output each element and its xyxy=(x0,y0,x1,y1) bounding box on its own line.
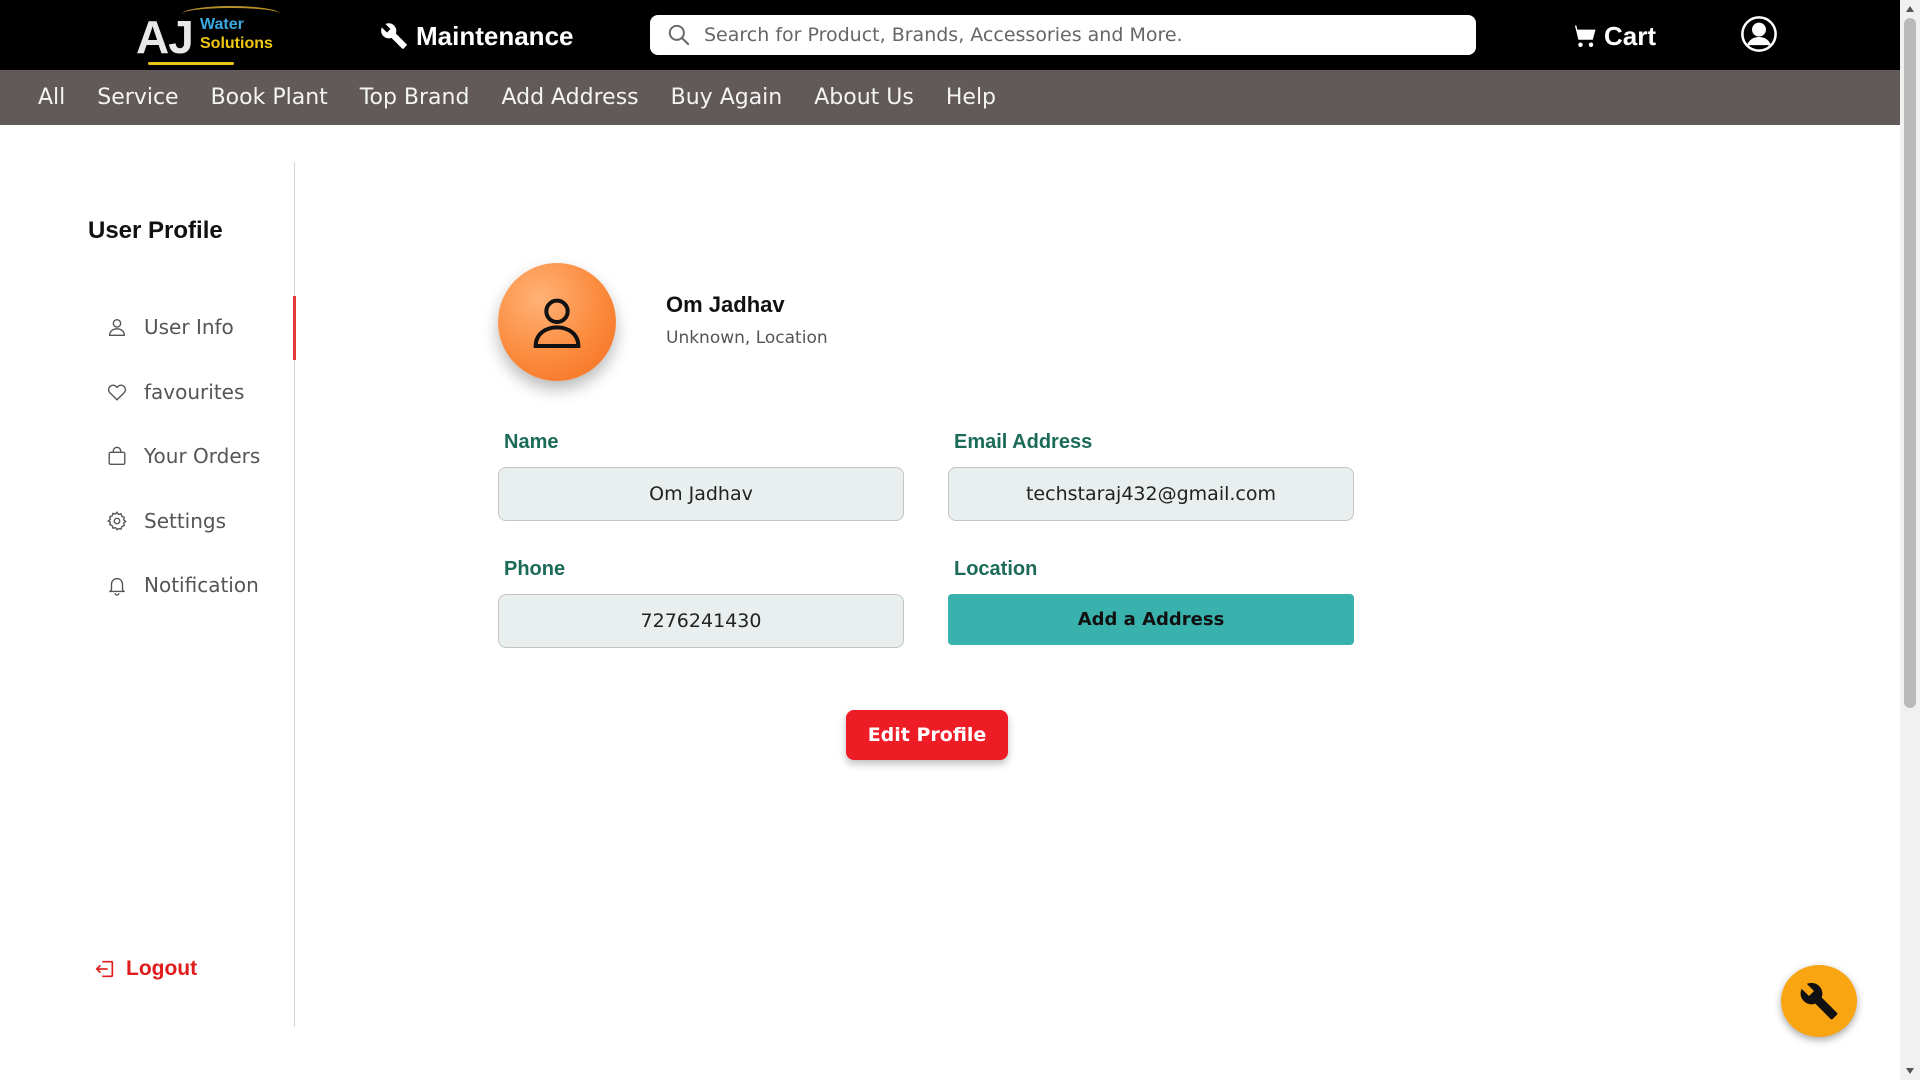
cart-button[interactable]: Cart xyxy=(1570,18,1656,54)
top-header: AJ Water Solutions Maintenance Cart xyxy=(0,0,1900,70)
search-icon xyxy=(668,24,690,46)
wrench-icon xyxy=(1800,982,1838,1020)
add-address-button[interactable]: Add a Address xyxy=(948,594,1354,645)
sidebar-active-indicator xyxy=(293,296,296,360)
wrench-icon xyxy=(381,23,407,49)
phone-label: Phone xyxy=(504,558,566,580)
logout-icon xyxy=(95,960,114,978)
scroll-up-arrow[interactable] xyxy=(1906,6,1914,12)
profile-location: Unknown, Location xyxy=(666,328,828,348)
page-scrollbar[interactable] xyxy=(1900,0,1920,1080)
logo-line1-text: Water xyxy=(200,16,244,33)
edit-profile-button[interactable]: Edit Profile xyxy=(846,710,1008,760)
nav-item-help[interactable]: Help xyxy=(946,85,996,110)
logo-underline xyxy=(148,62,234,65)
cart-label: Cart xyxy=(1604,20,1657,51)
maintenance-fab[interactable] xyxy=(1781,965,1857,1037)
profile-sidebar: User Profile User Info favourites Your O… xyxy=(0,162,296,1027)
sidebar-item-notification[interactable]: Notification xyxy=(106,568,259,602)
logout-button[interactable]: Logout xyxy=(94,957,197,981)
scroll-down-arrow[interactable] xyxy=(1906,1068,1914,1074)
avatar xyxy=(498,263,616,381)
location-label: Location xyxy=(954,558,1038,580)
nav-item-about-us[interactable]: About Us xyxy=(814,85,914,110)
nav-item-book-plant[interactable]: Book Plant xyxy=(211,85,328,110)
nav-item-top-brand[interactable]: Top Brand xyxy=(360,85,470,110)
logo-main-text: AJ xyxy=(136,11,194,63)
bell-icon xyxy=(108,577,126,596)
phone-field[interactable]: 7276241430 xyxy=(498,594,904,648)
heart-icon xyxy=(107,384,127,401)
sidebar-item-label: Notification xyxy=(144,573,259,597)
user-circle-icon[interactable] xyxy=(1740,15,1778,53)
user-icon xyxy=(108,318,126,336)
sidebar-item-label: Your Orders xyxy=(144,444,261,468)
maintenance-label: Maintenance xyxy=(416,20,574,51)
cart-icon xyxy=(1571,25,1596,47)
gear-icon xyxy=(107,511,127,531)
logout-label: Logout xyxy=(126,957,198,980)
maintenance-link[interactable]: Maintenance xyxy=(380,18,574,54)
scrollbar-thumb[interactable] xyxy=(1904,18,1916,708)
sidebar-title: User Profile xyxy=(88,217,223,244)
email-field[interactable]: techstaraj432@gmail.com xyxy=(948,467,1354,521)
sidebar-item-label: Settings xyxy=(144,509,227,533)
nav-item-service[interactable]: Service xyxy=(97,85,178,110)
sidebar-item-user-info[interactable]: User Info xyxy=(106,310,234,344)
nav-item-all[interactable]: All xyxy=(38,85,65,110)
sidebar-item-your-orders[interactable]: Your Orders xyxy=(106,439,260,473)
search-input[interactable] xyxy=(704,15,1476,55)
user-icon xyxy=(533,298,581,348)
category-nav: All Service Book Plant Top Brand Add Add… xyxy=(0,70,1900,125)
sidebar-item-label: favourites xyxy=(144,380,245,404)
brand-logo[interactable]: AJ Water Solutions xyxy=(136,4,286,66)
name-field[interactable]: Om Jadhav xyxy=(498,467,904,521)
sidebar-item-settings[interactable]: Settings xyxy=(106,504,226,538)
logo-line2-text: Solutions xyxy=(200,35,273,52)
search-bar xyxy=(650,15,1476,55)
name-label: Name xyxy=(504,431,559,453)
sidebar-item-favourites[interactable]: favourites xyxy=(106,375,244,409)
profile-name: Om Jadhav xyxy=(666,292,785,317)
bag-icon xyxy=(108,446,126,465)
nav-item-add-address[interactable]: Add Address xyxy=(501,85,638,110)
nav-item-buy-again[interactable]: Buy Again xyxy=(671,85,783,110)
email-label: Email Address xyxy=(954,431,1093,453)
sidebar-item-label: User Info xyxy=(144,315,234,339)
